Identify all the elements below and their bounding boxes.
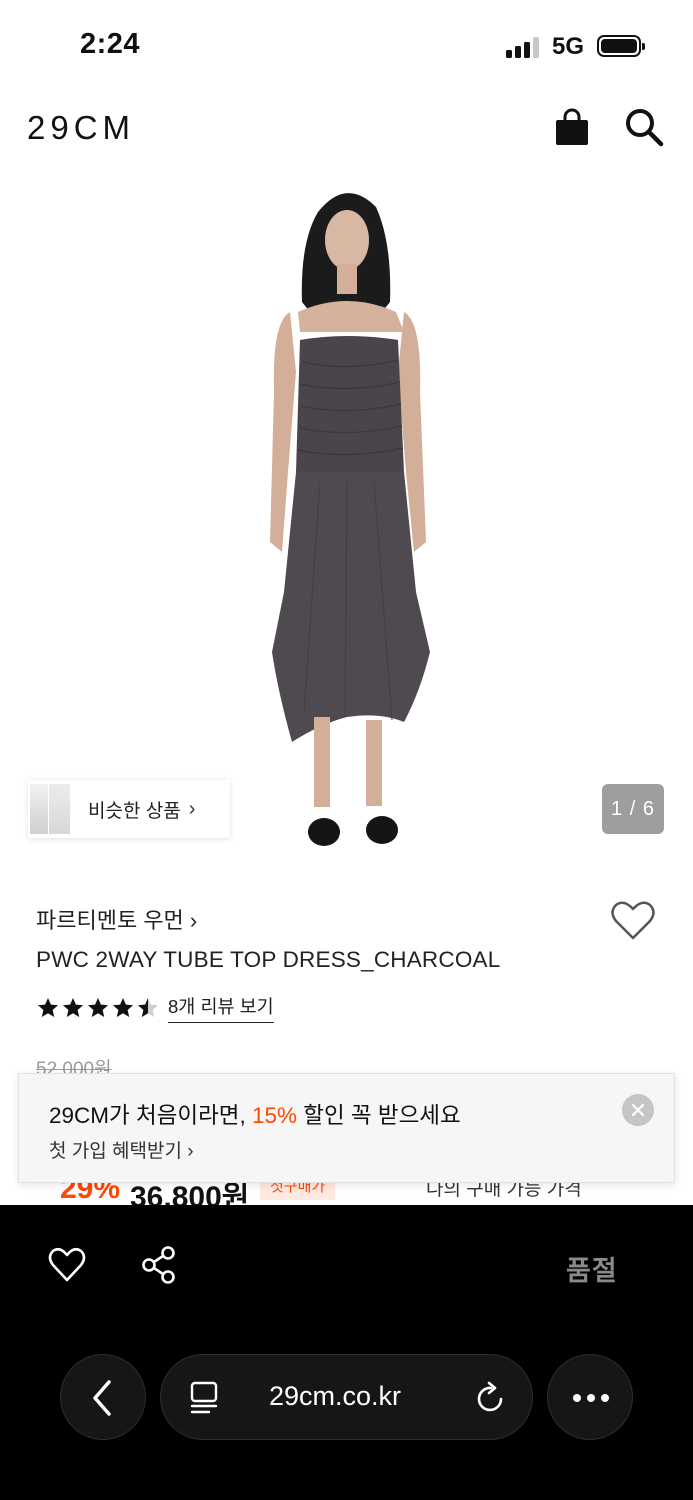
chevron-right-icon: › [189, 908, 198, 933]
brand-link[interactable]: 파르티멘토 우먼 › [36, 903, 197, 935]
similar-products-button[interactable]: 비슷한 상품 › [28, 780, 230, 838]
status-time: 2:24 [80, 28, 141, 60]
star-icon [38, 998, 58, 1017]
soldout-label: 품절 [566, 1256, 618, 1286]
product-image[interactable] [0, 172, 693, 862]
promo-title: 29CM가 처음이라면, 15% 할인 꼭 받으세요 [49, 1098, 461, 1130]
search-icon[interactable] [624, 107, 664, 147]
network-label: 5G [552, 33, 585, 60]
app-header: 29CM [0, 95, 693, 165]
model-photo [270, 193, 430, 846]
battery-icon [597, 35, 645, 57]
brand-name: 파르티멘토 우먼 [36, 908, 184, 933]
back-chevron-icon [93, 1380, 111, 1416]
promo-title-text: 29CM가 처음이라면, [49, 1103, 252, 1128]
review-link[interactable]: 8개 리뷰 보기 [168, 993, 274, 1023]
rating-stars [36, 996, 160, 1020]
url-text: 29cm.co.kr [269, 1381, 402, 1411]
star-icon [63, 998, 83, 1017]
signal-icon [506, 36, 542, 58]
reload-icon[interactable] [475, 1381, 507, 1415]
similar-thumbnails [30, 782, 70, 836]
reader-mode-icon[interactable] [189, 1381, 219, 1415]
heart-outline-icon[interactable] [48, 1247, 86, 1283]
close-icon[interactable] [622, 1094, 654, 1126]
promo-discount: 15% [251, 1103, 298, 1128]
rating-row: 8개 리뷰 보기 [36, 993, 274, 1023]
status-bar: 2:24 5G [0, 0, 693, 90]
browser-more-button[interactable] [547, 1354, 633, 1440]
bottom-action-bar: 품절 29cm.co.kr [0, 1205, 693, 1500]
chevron-right-icon: › [188, 797, 196, 820]
heart-outline-icon[interactable] [610, 900, 656, 942]
star-icon [113, 998, 133, 1017]
address-bar[interactable]: 29cm.co.kr [160, 1354, 533, 1440]
product-name: PWC 2WAY TUBE TOP DRESS_CHARCOAL [36, 947, 501, 972]
image-page-indicator: 1 / 6 [602, 784, 664, 834]
shopping-bag-icon[interactable] [554, 107, 590, 147]
share-icon[interactable] [140, 1245, 178, 1285]
signup-benefit-link[interactable]: 첫 가입 혜택받기 › [49, 1136, 194, 1163]
more-dots-icon [573, 1394, 609, 1402]
logo[interactable]: 29CM [27, 109, 135, 147]
star-icon [138, 998, 158, 1017]
similar-products-label: 비슷한 상품 [88, 800, 181, 822]
promo-popup[interactable]: 29CM가 처음이라면, 15% 할인 꼭 받으세요 첫 가입 혜택받기 › [18, 1073, 675, 1183]
promo-title-text: 할인 꼭 받으세요 [297, 1103, 461, 1128]
star-icon [88, 998, 108, 1017]
browser-back-button[interactable] [60, 1354, 146, 1440]
